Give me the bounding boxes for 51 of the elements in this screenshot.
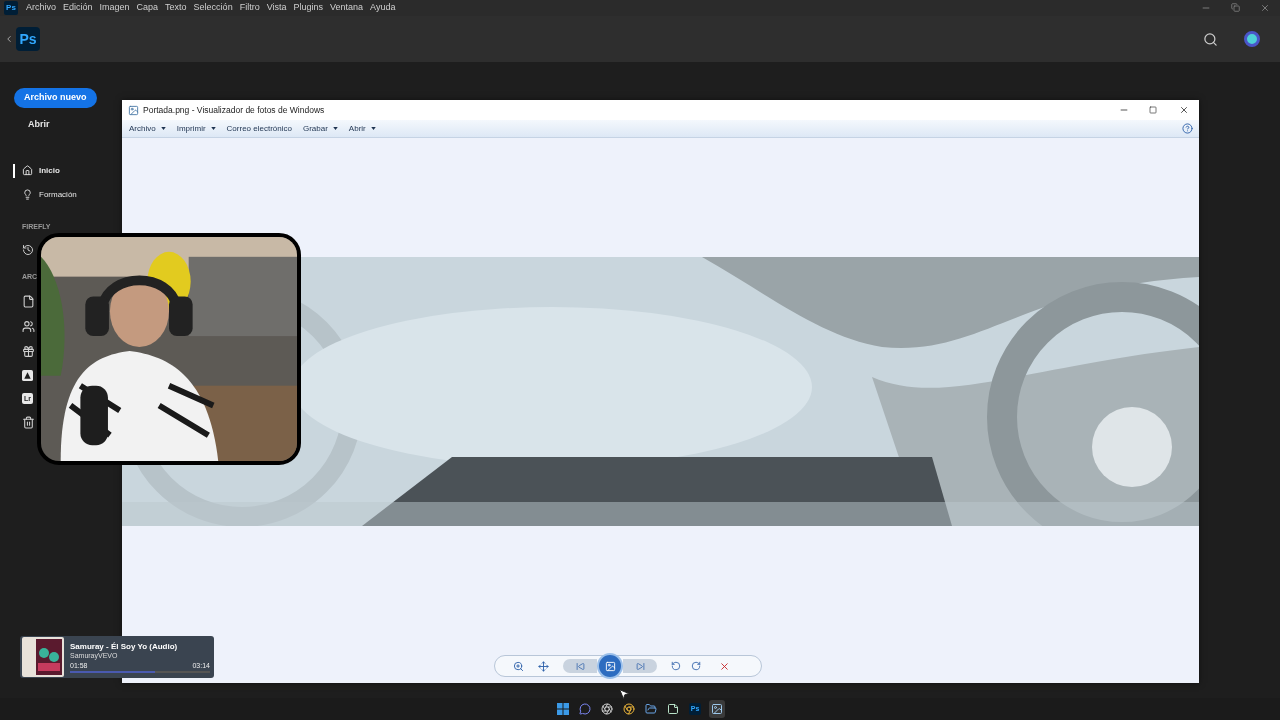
previous-button[interactable] [563, 659, 597, 673]
close-icon[interactable] [1260, 3, 1270, 13]
toolbar-menu-button[interactable]: Correo electrónico [226, 122, 292, 135]
nav-item[interactable]: Formación [13, 187, 122, 202]
toolbar-menu-button[interactable]: Grabar [302, 122, 338, 135]
history-icon[interactable] [22, 244, 34, 256]
triangle-app-icon[interactable] [22, 369, 33, 381]
fit-icon[interactable] [538, 660, 549, 672]
app-logo[interactable]: Ps [16, 27, 40, 51]
toolbar-menu-button[interactable]: Archivo [129, 122, 166, 135]
menu-item[interactable]: Filtro [239, 1, 260, 15]
maximize-icon[interactable] [1149, 106, 1157, 114]
window-title: Portada.png - Visualizador de fotos de Windows [143, 103, 325, 117]
menu-item[interactable]: Edición [63, 1, 93, 15]
new-file-button[interactable]: Archivo nuevo [14, 88, 97, 108]
back-icon[interactable] [4, 34, 14, 44]
menu-item[interactable]: Capa [136, 1, 159, 15]
delete-icon[interactable] [719, 660, 730, 672]
image-icon [128, 104, 139, 116]
close-icon[interactable] [1179, 105, 1189, 115]
toolbar-menu-button[interactable]: Abrir [348, 122, 376, 135]
search-icon[interactable] [1203, 31, 1218, 47]
people-icon[interactable] [22, 319, 35, 333]
zoom-icon[interactable] [513, 660, 524, 672]
menu-item[interactable]: Vista [266, 1, 287, 15]
menu-item[interactable]: Selección [193, 1, 233, 15]
trash-icon[interactable] [22, 415, 35, 429]
menu-item[interactable]: Ventana [330, 1, 364, 15]
help-icon[interactable] [1182, 123, 1193, 134]
rotate-left-icon[interactable] [671, 661, 681, 671]
previous-icon [575, 661, 585, 671]
menu-item[interactable]: Imagen [99, 1, 130, 15]
lightbulb-icon [22, 189, 33, 200]
image-icon [604, 660, 616, 672]
gift-icon[interactable] [22, 344, 35, 358]
next-button[interactable] [623, 659, 657, 673]
rotate-right-icon[interactable] [691, 661, 701, 671]
track-title: Samuray - Él Soy Yo (Audio) [70, 641, 179, 652]
menu-item[interactable]: Plugins [293, 1, 324, 15]
menu-item[interactable]: Archivo [26, 1, 56, 15]
avatar-icon[interactable] [1244, 31, 1260, 47]
open-link[interactable]: Abrir [28, 118, 122, 132]
next-icon [635, 661, 645, 671]
menu-item[interactable]: Ayuda [370, 1, 396, 15]
menu-item[interactable]: Texto [165, 1, 187, 15]
file-icon[interactable] [22, 294, 35, 308]
album-cover [22, 637, 64, 677]
app-logo: Ps [4, 1, 18, 15]
home-icon [22, 165, 33, 176]
toolbar-menu-button[interactable]: Imprimir [176, 122, 216, 135]
slideshow-button[interactable] [597, 653, 623, 679]
